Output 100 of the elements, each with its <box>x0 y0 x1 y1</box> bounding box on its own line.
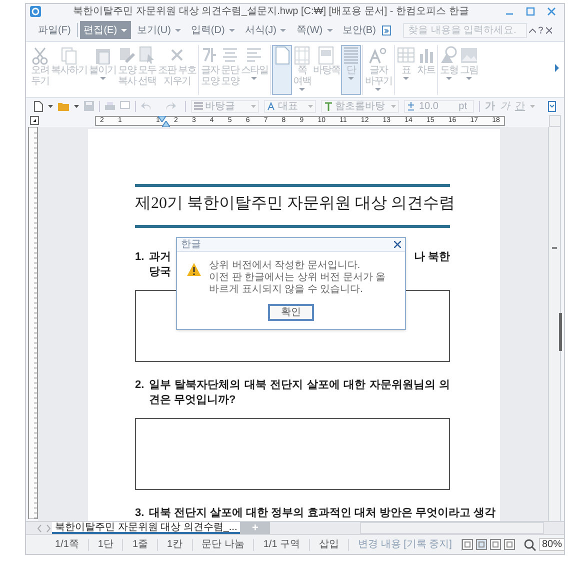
language-icon <box>267 102 276 110</box>
format-button[interactable]: 가 <box>500 100 510 112</box>
document-title: 제20기 북한이탈주민 자문위원 대상 의견수렴 <box>135 194 450 214</box>
status-item: 1/1 구역 <box>254 538 310 550</box>
collapse-icon[interactable] <box>528 28 536 32</box>
caret-icon[interactable] <box>48 104 53 108</box>
ribbon-button[interactable]: 스타일 <box>240 45 269 95</box>
style-dropdown[interactable]: 바탕글 <box>191 100 259 112</box>
question-text: 당국 <box>149 265 171 280</box>
ribbon-icon <box>200 46 219 65</box>
menu-item[interactable]: 파일(F) <box>34 21 75 39</box>
vertical-scrollbar[interactable] <box>548 127 561 521</box>
page-view-icon[interactable] <box>476 539 487 550</box>
horizontal-scrollbar[interactable] <box>360 522 544 534</box>
ribbon-button[interactable]: 표 <box>396 45 416 95</box>
font-icon <box>324 102 333 110</box>
ribbon-icon <box>138 46 156 65</box>
zoom-icon[interactable] <box>524 538 536 550</box>
dialog-message: 이전 판 한글에서는 상위 버전 문서가 올바르게 표시되지 않을 수 있습니다. <box>209 272 387 296</box>
ribbon-icon <box>460 46 478 65</box>
status-item: 문단 나눔 <box>192 538 254 550</box>
menu-item[interactable]: 서식(J) <box>240 21 290 39</box>
page-view-icon[interactable] <box>462 539 473 550</box>
ribbon-button[interactable] <box>272 45 292 95</box>
dialog-message: 상위 버전에서 작성한 문서입니다. <box>209 260 362 272</box>
menu-item[interactable]: 입력(D) <box>186 21 239 39</box>
scroll-right-icon[interactable] <box>44 524 52 532</box>
status-item: 1칸 <box>158 538 193 550</box>
ribbon-button[interactable]: 글자 모양 <box>200 45 220 95</box>
close-icon[interactable] <box>547 7 556 16</box>
more-icon[interactable] <box>382 24 391 36</box>
question-number: 3. <box>135 506 146 521</box>
paragraph-icon <box>194 102 203 110</box>
ribbon-button[interactable]: 문단 모양 <box>220 45 240 95</box>
warning-icon <box>187 263 201 276</box>
font-size-field[interactable]: 10.0 pt <box>404 100 474 112</box>
ribbon-icon <box>396 46 415 65</box>
ribbon-icon <box>292 46 311 65</box>
web-view-icon[interactable] <box>490 539 501 550</box>
caret-icon <box>308 104 313 108</box>
menu-item[interactable]: 보기(U) <box>133 21 185 39</box>
ribbon-icon <box>31 46 49 65</box>
close-icon[interactable] <box>394 241 401 248</box>
ribbon-icon <box>317 46 336 65</box>
question-text: 일부 탈북자단체의 대북 전단지 살포에 대한 자문위원님의 의견은 무엇입니까? <box>149 378 450 408</box>
ribbon-icon <box>369 46 388 65</box>
ribbon-icon <box>118 46 136 65</box>
ribbon-icon <box>245 46 264 65</box>
menu-item[interactable]: 편집(E) <box>80 21 132 39</box>
caret-icon <box>251 104 256 108</box>
maximize-icon[interactable] <box>526 7 535 16</box>
status-item: 1단 <box>88 538 124 550</box>
folder-icon[interactable] <box>58 102 69 110</box>
ribbon-icon <box>342 46 360 65</box>
close-icon[interactable] <box>546 26 552 34</box>
ribbon-button[interactable]: 모양 복사 <box>117 45 137 95</box>
zoom-field[interactable]: 80% <box>538 538 564 551</box>
ribbon-button[interactable]: 차트 <box>416 45 436 95</box>
new-tab-button[interactable]: + <box>240 522 270 534</box>
window-title: 북한이탈주민 자문위원 대상 의견수렴_설문지.hwp [C:₩] [배포용 문서] - 한컴오피스 한글 <box>72 5 470 19</box>
caret-icon[interactable] <box>74 104 79 108</box>
answer-box[interactable] <box>135 418 450 490</box>
ruler-corner-icon[interactable] <box>30 116 39 125</box>
caret-icon <box>391 104 396 108</box>
ribbon-button[interactable]: 조판 부호 지우기 <box>157 45 197 95</box>
ok-button[interactable]: 확인 <box>268 304 314 321</box>
app-logo-icon <box>30 6 41 17</box>
ribbon-button[interactable]: 복사하기 <box>50 45 88 95</box>
search-field[interactable]: 찾을 내용을 입력하세요. <box>402 22 527 38</box>
more-icon[interactable] <box>555 64 561 72</box>
ribbon-icon <box>272 46 291 65</box>
ribbon-button[interactable]: 오려 두기 <box>30 45 50 95</box>
ribbon-icon <box>220 46 239 65</box>
ribbon-button[interactable]: 그림 <box>458 45 479 95</box>
new-document-icon[interactable] <box>34 100 43 112</box>
ribbon-button[interactable]: 도형 <box>438 45 459 95</box>
more-icon[interactable] <box>548 100 556 112</box>
help-icon[interactable] <box>538 26 544 34</box>
menu-item[interactable]: 보안(B) <box>338 21 380 39</box>
question-text: 나 북한 <box>414 250 450 265</box>
ribbon-button[interactable]: 쪽 여백 <box>292 45 312 95</box>
ribbon-button[interactable]: 바탕쪽 <box>312 45 341 95</box>
indent-marker-icon[interactable] <box>158 116 166 122</box>
menu-item[interactable]: 쪽(W) <box>292 21 337 39</box>
ribbon-icon <box>60 46 78 65</box>
scrollbar-button[interactable] <box>549 114 561 126</box>
ribbon-button[interactable]: 붙이기 <box>88 45 117 95</box>
ribbon-button[interactable]: 글자 바꾸기 <box>364 45 393 95</box>
status-item: 1줄 <box>123 538 158 550</box>
format-button[interactable]: 가 <box>485 100 495 112</box>
scroll-left-icon[interactable] <box>36 524 44 532</box>
status-item: 1/1쪽 <box>46 538 89 550</box>
question-number: 1. <box>135 250 146 265</box>
format-button[interactable]: 간 <box>515 100 525 112</box>
question-text: 대북 전단지 살포에 대한 정부의 효과적인 대처 방안은 무엇이라고 생각 <box>149 506 496 521</box>
language-dropdown[interactable]: 대표 <box>264 100 316 112</box>
draft-view-icon[interactable] <box>504 539 515 550</box>
document-tab[interactable]: 북한이탈주민 자문위원 대상 의견수렴_... <box>52 522 240 534</box>
font-dropdown[interactable]: 함초롬바탕 <box>321 100 399 112</box>
ribbon-button[interactable]: 모두 선택 <box>137 45 157 95</box>
